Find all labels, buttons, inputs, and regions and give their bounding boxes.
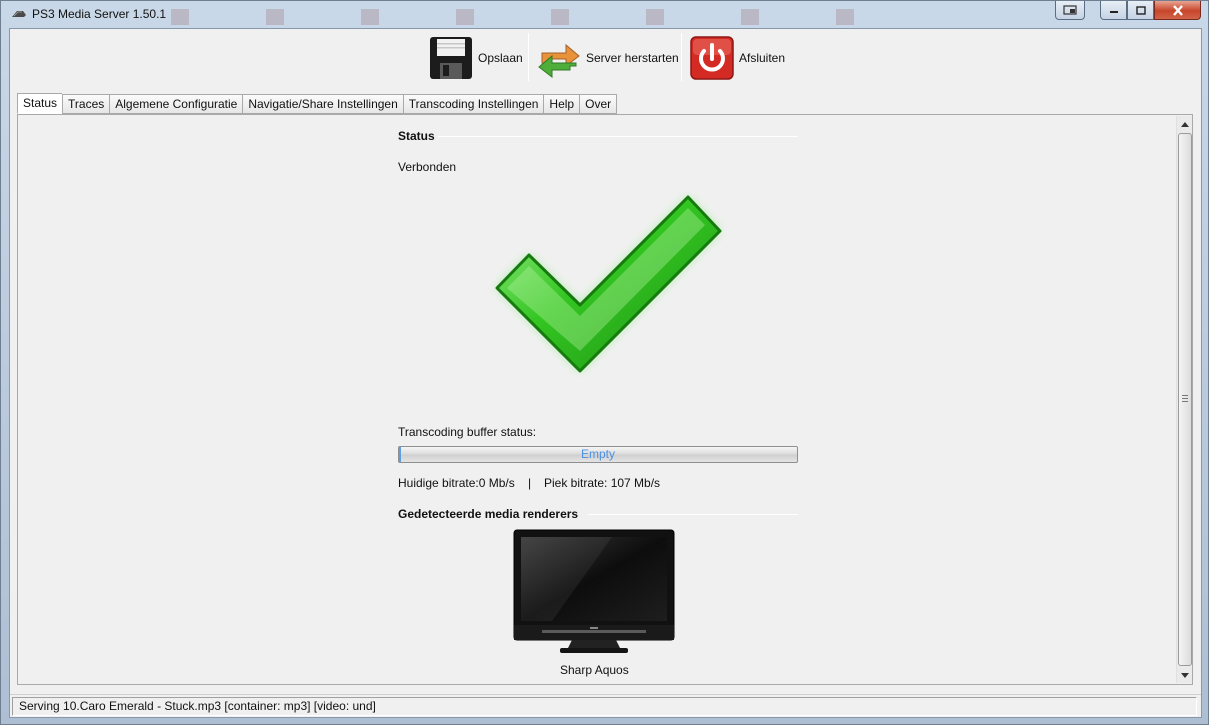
buffer-progress-text: Empty	[580, 447, 615, 461]
renderers-section-divider	[588, 514, 798, 515]
window-extra-button[interactable]	[1055, 1, 1085, 20]
status-bar-text: Serving 10.Caro Emerald - Stuck.mp3 [con…	[12, 697, 1197, 716]
scrollbar-thumb[interactable]	[1178, 133, 1192, 666]
status-panel: Status Verbonden Transcoding buffer stat…	[17, 114, 1193, 685]
scroll-down-arrow[interactable]	[1177, 667, 1193, 683]
title-bar[interactable]: PS3 Media Server 1.50.1	[1, 1, 1208, 28]
tab-navigation-share[interactable]: Navigatie/Share Instellingen	[242, 94, 403, 114]
toolbar: Opslaan Server herstarten Afsluiten	[10, 29, 1201, 89]
ps3-app-icon	[12, 11, 26, 17]
window-title: PS3 Media Server 1.50.1	[32, 7, 167, 21]
current-bitrate-text: Huidige bitrate:0 Mb/s	[398, 476, 515, 490]
restart-server-button[interactable]: Server herstarten	[536, 32, 679, 84]
tab-traces[interactable]: Traces	[62, 94, 110, 114]
tab-about[interactable]: Over	[579, 94, 618, 114]
taskbar-ghost	[171, 9, 891, 25]
scroll-up-arrow[interactable]	[1177, 116, 1193, 132]
bitrate-separator: |	[528, 476, 532, 490]
client-area: Opslaan Server herstarten Afsluiten Stat…	[9, 28, 1202, 718]
status-section-divider	[438, 136, 798, 137]
buffer-status-label: Transcoding buffer status:	[398, 425, 537, 439]
toolbar-separator	[528, 33, 529, 81]
chevron-down-icon	[1181, 672, 1189, 678]
status-bar: Serving 10.Caro Emerald - Stuck.mp3 [con…	[10, 694, 1201, 717]
tv-renderer-icon[interactable]	[512, 528, 676, 656]
save-button[interactable]: Opslaan	[428, 32, 523, 84]
status-content: Status Verbonden Transcoding buffer stat…	[18, 115, 1175, 684]
close-button[interactable]	[1154, 1, 1201, 20]
tab-general-config[interactable]: Algemene Configuratie	[109, 94, 243, 114]
tab-status[interactable]: Status	[17, 93, 63, 114]
scrollbar-grip-icon	[1182, 395, 1188, 402]
status-section-title: Status	[398, 129, 435, 143]
renderers-section-title: Gedetecteerde media renderers	[398, 507, 579, 521]
toolbar-separator	[681, 33, 682, 81]
power-icon	[690, 36, 734, 80]
tab-transcoding[interactable]: Transcoding Instellingen	[402, 94, 544, 114]
maximize-icon	[1135, 5, 1146, 15]
minimize-icon	[1109, 11, 1118, 13]
floppy-disk-icon	[430, 37, 472, 79]
app-window: PS3 Media Server 1.50.1 Opslaan Server h…	[0, 0, 1209, 725]
minimize-button[interactable]	[1100, 1, 1127, 20]
shutdown-button[interactable]: Afsluiten	[689, 32, 785, 84]
checkmark-icon	[495, 195, 722, 373]
chevron-up-icon	[1181, 121, 1189, 127]
shutdown-label: Afsluiten	[739, 51, 786, 65]
tab-strip: Status Traces Algemene Configuratie Navi…	[17, 93, 618, 114]
vertical-scrollbar[interactable]	[1176, 116, 1192, 683]
window-restore-to-tray-icon	[1063, 5, 1077, 15]
maximize-button[interactable]	[1127, 1, 1154, 20]
refresh-arrows-icon	[538, 43, 580, 79]
close-icon	[1172, 4, 1183, 16]
tab-help[interactable]: Help	[543, 94, 580, 114]
connection-status-text: Verbonden	[398, 160, 457, 174]
save-label: Opslaan	[478, 51, 523, 65]
transcoding-buffer-progress: Empty	[398, 446, 798, 463]
renderer-name: Sharp Aquos	[560, 663, 629, 677]
peak-bitrate-text: Piek bitrate: 107 Mb/s	[544, 476, 661, 490]
restart-label: Server herstarten	[586, 51, 679, 65]
